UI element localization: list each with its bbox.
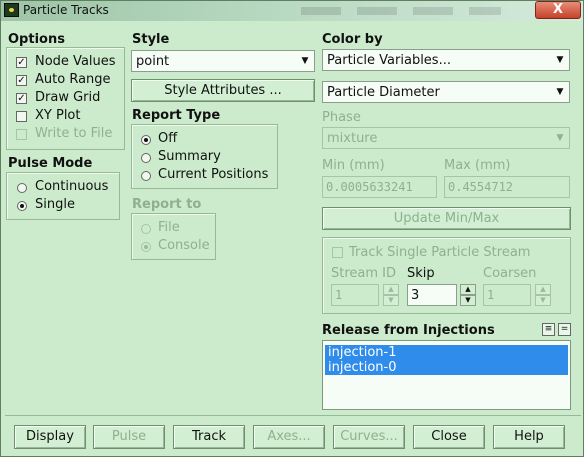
node-values-checkbox[interactable]: ✓ <box>16 57 27 68</box>
track-single-checkbox[interactable] <box>332 247 343 258</box>
skip-label: Skip <box>407 266 435 281</box>
track-single-label: Track Single Particle Stream <box>349 245 531 260</box>
track-button[interactable]: Track <box>173 425 245 449</box>
axes-button[interactable]: Axes... <box>253 425 325 449</box>
stream-id-label: Stream ID <box>331 266 397 281</box>
max-label: Max (mm) <box>444 158 511 173</box>
stream-id-spinner[interactable]: ▲ ▼ <box>383 284 399 306</box>
min-field[interactable]: 0.0005633241 <box>322 176 437 198</box>
draw-grid-label: Draw Grid <box>35 90 101 105</box>
style-value: point <box>136 54 170 69</box>
window-title: Particle Tracks <box>23 3 109 17</box>
style-dropdown[interactable]: point ▼ <box>131 50 315 72</box>
phase-heading: Phase <box>322 110 361 125</box>
report-to-file-radio[interactable] <box>141 224 151 234</box>
curves-button[interactable]: Curves... <box>333 425 405 449</box>
phase-value: mixture <box>327 131 378 146</box>
auto-range-label: Auto Range <box>35 72 111 87</box>
help-button[interactable]: Help <box>493 425 565 449</box>
coarsen-label: Coarsen <box>483 266 537 281</box>
report-off-radio[interactable] <box>141 135 151 145</box>
report-summary-label: Summary <box>158 149 221 164</box>
min-label: Min (mm) <box>322 158 385 173</box>
report-summary-radio[interactable] <box>141 153 151 163</box>
divider <box>5 415 581 416</box>
report-to-console-label: Console <box>158 238 210 253</box>
color-by-variable-value: Particle Diameter <box>327 85 440 100</box>
injection-list[interactable]: injection-1 injection-0 <box>322 340 571 410</box>
report-type-heading: Report Type <box>132 108 221 123</box>
particle-tracks-dialog: Particle Tracks X Options ✓ Node Values … <box>0 0 584 457</box>
stream-id-field[interactable]: 1 <box>331 284 379 306</box>
app-icon <box>4 3 19 17</box>
list-item[interactable]: injection-0 <box>325 360 568 375</box>
update-min-max-button[interactable]: Update Min/Max <box>322 207 571 230</box>
style-attributes-button[interactable]: Style Attributes ... <box>131 79 315 102</box>
close-icon[interactable]: X <box>535 1 581 19</box>
write-to-file-checkbox[interactable] <box>16 129 27 140</box>
write-to-file-label: Write to File <box>35 126 113 141</box>
report-current-positions-label: Current Positions <box>158 167 269 182</box>
continuous-label: Continuous <box>35 179 109 194</box>
chevron-down-icon: ▼ <box>556 55 564 65</box>
style-heading: Style <box>132 32 170 47</box>
chevron-down-icon: ▼ <box>556 87 564 97</box>
close-button[interactable]: Close <box>413 425 485 449</box>
title-bar[interactable]: Particle Tracks X <box>1 1 583 21</box>
skip-spinner[interactable]: ▲ ▼ <box>460 284 476 306</box>
background-ghost <box>301 7 501 15</box>
single-label: Single <box>35 197 75 212</box>
draw-grid-checkbox[interactable]: ✓ <box>16 93 27 104</box>
auto-range-checkbox[interactable]: ✓ <box>16 75 27 86</box>
skip-field[interactable]: 3 <box>407 284 457 306</box>
deselect-all-icon[interactable]: = <box>558 323 571 336</box>
phase-dropdown[interactable]: mixture ▼ <box>322 127 570 149</box>
select-all-icon[interactable]: ≡ <box>542 323 555 336</box>
release-heading: Release from Injections <box>322 323 495 338</box>
color-by-variable-dropdown[interactable]: Particle Diameter ▼ <box>322 81 570 103</box>
coarsen-field[interactable]: 1 <box>483 284 531 306</box>
report-current-positions-radio[interactable] <box>141 171 151 181</box>
xy-plot-checkbox[interactable] <box>16 111 27 122</box>
display-button[interactable]: Display <box>14 425 86 449</box>
pulse-mode-heading: Pulse Mode <box>8 156 93 171</box>
chevron-down-icon: ▼ <box>301 56 309 66</box>
color-by-category-dropdown[interactable]: Particle Variables... ▼ <box>322 49 570 71</box>
report-to-console-radio[interactable] <box>141 242 151 252</box>
report-to-file-label: File <box>158 220 180 235</box>
chevron-down-icon: ▼ <box>556 133 564 143</box>
color-by-category-value: Particle Variables... <box>327 53 451 68</box>
pulse-button[interactable]: Pulse <box>93 425 165 449</box>
coarsen-spinner[interactable]: ▲ ▼ <box>535 284 551 306</box>
report-off-label: Off <box>158 131 178 146</box>
max-field[interactable]: 0.4554712 <box>444 176 570 198</box>
xy-plot-label: XY Plot <box>35 108 81 123</box>
single-radio[interactable] <box>17 201 27 211</box>
color-by-heading: Color by <box>322 32 383 47</box>
list-item[interactable]: injection-1 <box>325 345 568 360</box>
options-heading: Options <box>8 32 65 47</box>
report-to-heading: Report to <box>132 197 202 212</box>
node-values-label: Node Values <box>35 54 116 69</box>
continuous-radio[interactable] <box>17 183 27 193</box>
